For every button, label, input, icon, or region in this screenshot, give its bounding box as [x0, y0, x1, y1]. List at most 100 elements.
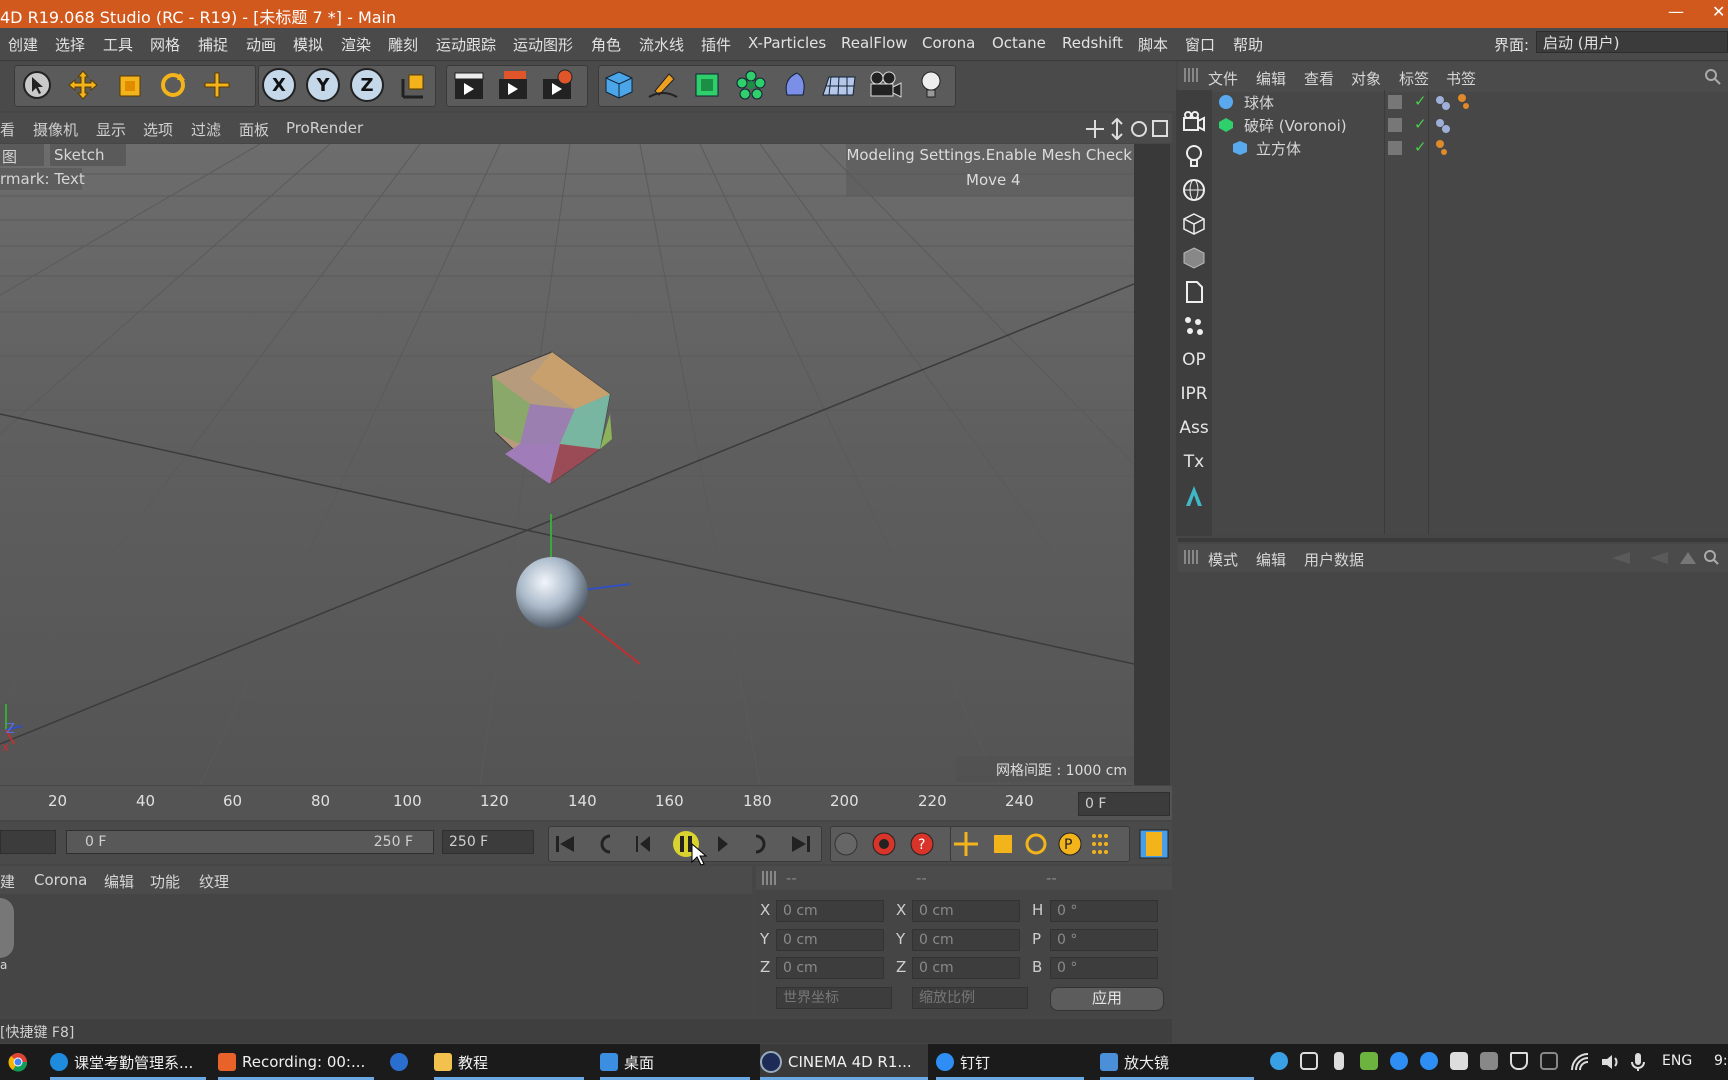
select-tool-button[interactable]: [18, 67, 56, 103]
object-row[interactable]: 球体 ✓: [1218, 90, 1728, 114]
enabled-check-icon[interactable]: ✓: [1414, 115, 1427, 133]
floor-button[interactable]: [820, 67, 858, 103]
menu-sculpt[interactable]: 雕刻: [388, 34, 418, 55]
task-app[interactable]: [390, 1044, 414, 1080]
viewport-tab-left[interactable]: 图: [0, 144, 44, 166]
scale-mode-select[interactable]: 缩放比例: [912, 987, 1028, 1009]
octane-tx-button[interactable]: Tx: [1178, 446, 1210, 478]
volume-icon[interactable]: [1600, 1052, 1622, 1072]
menu-render[interactable]: 渲染: [341, 34, 371, 55]
camera-sidebar-button[interactable]: [1178, 106, 1210, 138]
frame-range-slider[interactable]: 0 F 250 F: [66, 830, 434, 854]
om-menu-edit[interactable]: 编辑: [1256, 68, 1286, 89]
size-y-field[interactable]: 0 cm: [912, 929, 1020, 951]
sphere-object[interactable]: [516, 557, 588, 629]
language-indicator[interactable]: ENG: [1662, 1053, 1692, 1069]
subdivision-surface-button[interactable]: [688, 67, 726, 103]
menu-octane[interactable]: Octane: [992, 34, 1046, 52]
menu-plugins[interactable]: 插件: [701, 34, 731, 55]
rotate-tool-button[interactable]: [154, 67, 192, 103]
coordinate-mode-select[interactable]: 世界坐标: [776, 987, 892, 1009]
enabled-check-icon[interactable]: ✓: [1414, 138, 1427, 156]
menu-redshift[interactable]: Redshift: [1062, 34, 1123, 52]
mm-menu-edit[interactable]: 编辑: [104, 871, 134, 892]
timeline-film-icon[interactable]: [1138, 828, 1170, 860]
position-y-field[interactable]: 0 cm: [776, 929, 884, 951]
size-x-field[interactable]: 0 cm: [912, 900, 1020, 922]
x-axis-button[interactable]: X: [260, 67, 298, 103]
apply-button[interactable]: 应用: [1050, 987, 1164, 1011]
menu-simulate[interactable]: 模拟: [293, 34, 323, 55]
mm-menu-function[interactable]: 功能: [150, 871, 180, 892]
menu-window[interactable]: 窗口: [1185, 34, 1215, 55]
key-mode-controls[interactable]: P: [952, 830, 1128, 858]
object-row[interactable]: 立方体 ✓: [1218, 136, 1728, 160]
menu-select[interactable]: 选择: [55, 34, 85, 55]
scale-tool-button[interactable]: [110, 67, 148, 103]
rotation-h-field[interactable]: 0 °: [1050, 900, 1158, 922]
viewport-menu-cameras[interactable]: 摄像机: [33, 119, 78, 140]
range-preview-field[interactable]: [0, 830, 56, 854]
octane-op-button[interactable]: OP: [1178, 344, 1210, 376]
object-sidebar-button[interactable]: [1178, 208, 1210, 240]
menu-create[interactable]: 创建: [8, 34, 38, 55]
viewport-menu-display[interactable]: 显示: [96, 119, 126, 140]
rotation-p-field[interactable]: 0 °: [1050, 929, 1158, 951]
position-x-field[interactable]: 0 cm: [776, 900, 884, 922]
viewport-menu-panel[interactable]: 面板: [239, 119, 269, 140]
position-z-field[interactable]: 0 cm: [776, 957, 884, 979]
mm-menu-texture[interactable]: 纹理: [199, 871, 229, 892]
tray-nvidia-icon[interactable]: [1360, 1052, 1378, 1070]
light-sidebar-button[interactable]: [1178, 140, 1210, 172]
viewport-nav-icons[interactable]: [1086, 118, 1170, 140]
task-dingtalk[interactable]: 钉钉: [936, 1044, 1084, 1080]
transport-controls[interactable]: [552, 830, 816, 858]
transform-tool-button[interactable]: [198, 67, 236, 103]
coordinate-system-button[interactable]: [394, 67, 432, 103]
tray-screen-icon[interactable]: [1480, 1052, 1498, 1070]
timeline-ruler[interactable]: 20 40 60 80 100 120 140 160 180 200 220 …: [0, 786, 1172, 820]
render-view-button[interactable]: [450, 67, 488, 103]
current-frame-field[interactable]: 0 F: [1078, 792, 1170, 816]
cube-object-button[interactable]: [600, 67, 638, 103]
am-menu-mode[interactable]: 模式: [1208, 549, 1238, 570]
am-menu-edit[interactable]: 编辑: [1256, 549, 1286, 570]
y-axis-button[interactable]: Y: [304, 67, 342, 103]
om-menu-objects[interactable]: 对象: [1351, 68, 1381, 89]
tray-usb-icon[interactable]: [1334, 1052, 1344, 1070]
environment-sidebar-button[interactable]: [1178, 174, 1210, 206]
om-menu-tags[interactable]: 标签: [1399, 68, 1429, 89]
perspective-viewport[interactable]: 图 Sketch rmark: Text Modeling Settings.E…: [0, 144, 1134, 785]
layout-select[interactable]: 启动 (用户): [1536, 31, 1728, 53]
am-menu-user-data[interactable]: 用户数据: [1304, 549, 1364, 570]
material-tag-icons[interactable]: [1434, 138, 1454, 158]
task-recording[interactable]: Recording: 00:...: [218, 1044, 374, 1080]
camera-button[interactable]: [866, 67, 904, 103]
mm-menu-create[interactable]: 建: [0, 871, 15, 892]
tray-capture-icon[interactable]: [1300, 1052, 1318, 1070]
tray-shield-icon[interactable]: [1510, 1052, 1528, 1070]
move-tool-button[interactable]: [64, 67, 102, 103]
layer-icon[interactable]: [1388, 95, 1402, 109]
light-button[interactable]: [912, 67, 950, 103]
menu-mograph[interactable]: 运动图形: [513, 34, 573, 55]
voronoi-cube[interactable]: [491, 351, 612, 485]
clock[interactable]: 9:: [1714, 1053, 1728, 1069]
object-row[interactable]: 破碎 (Voronoi) ✓: [1218, 113, 1728, 137]
menu-script[interactable]: 脚本: [1138, 34, 1168, 55]
tray-dingtalk-icon[interactable]: [1390, 1052, 1408, 1070]
menu-animate[interactable]: 动画: [246, 34, 276, 55]
octane-ipr-button[interactable]: IPR: [1178, 378, 1210, 410]
tray-app-icon[interactable]: [1270, 1052, 1288, 1070]
menu-x-particles[interactable]: X-Particles: [748, 34, 826, 52]
layer-icon[interactable]: [1388, 141, 1402, 155]
viewport-menu-filter[interactable]: 过滤: [191, 119, 221, 140]
material-tag-icons[interactable]: [1434, 92, 1470, 112]
keyframe-controls[interactable]: ?: [832, 830, 948, 858]
document-sidebar-button[interactable]: [1178, 276, 1210, 308]
deformer-button[interactable]: [776, 67, 814, 103]
om-menu-view[interactable]: 查看: [1304, 68, 1334, 89]
material-tag-icons[interactable]: [1434, 115, 1454, 135]
tray-bluetooth-icon[interactable]: [1420, 1052, 1438, 1070]
z-axis-button[interactable]: Z: [348, 67, 386, 103]
